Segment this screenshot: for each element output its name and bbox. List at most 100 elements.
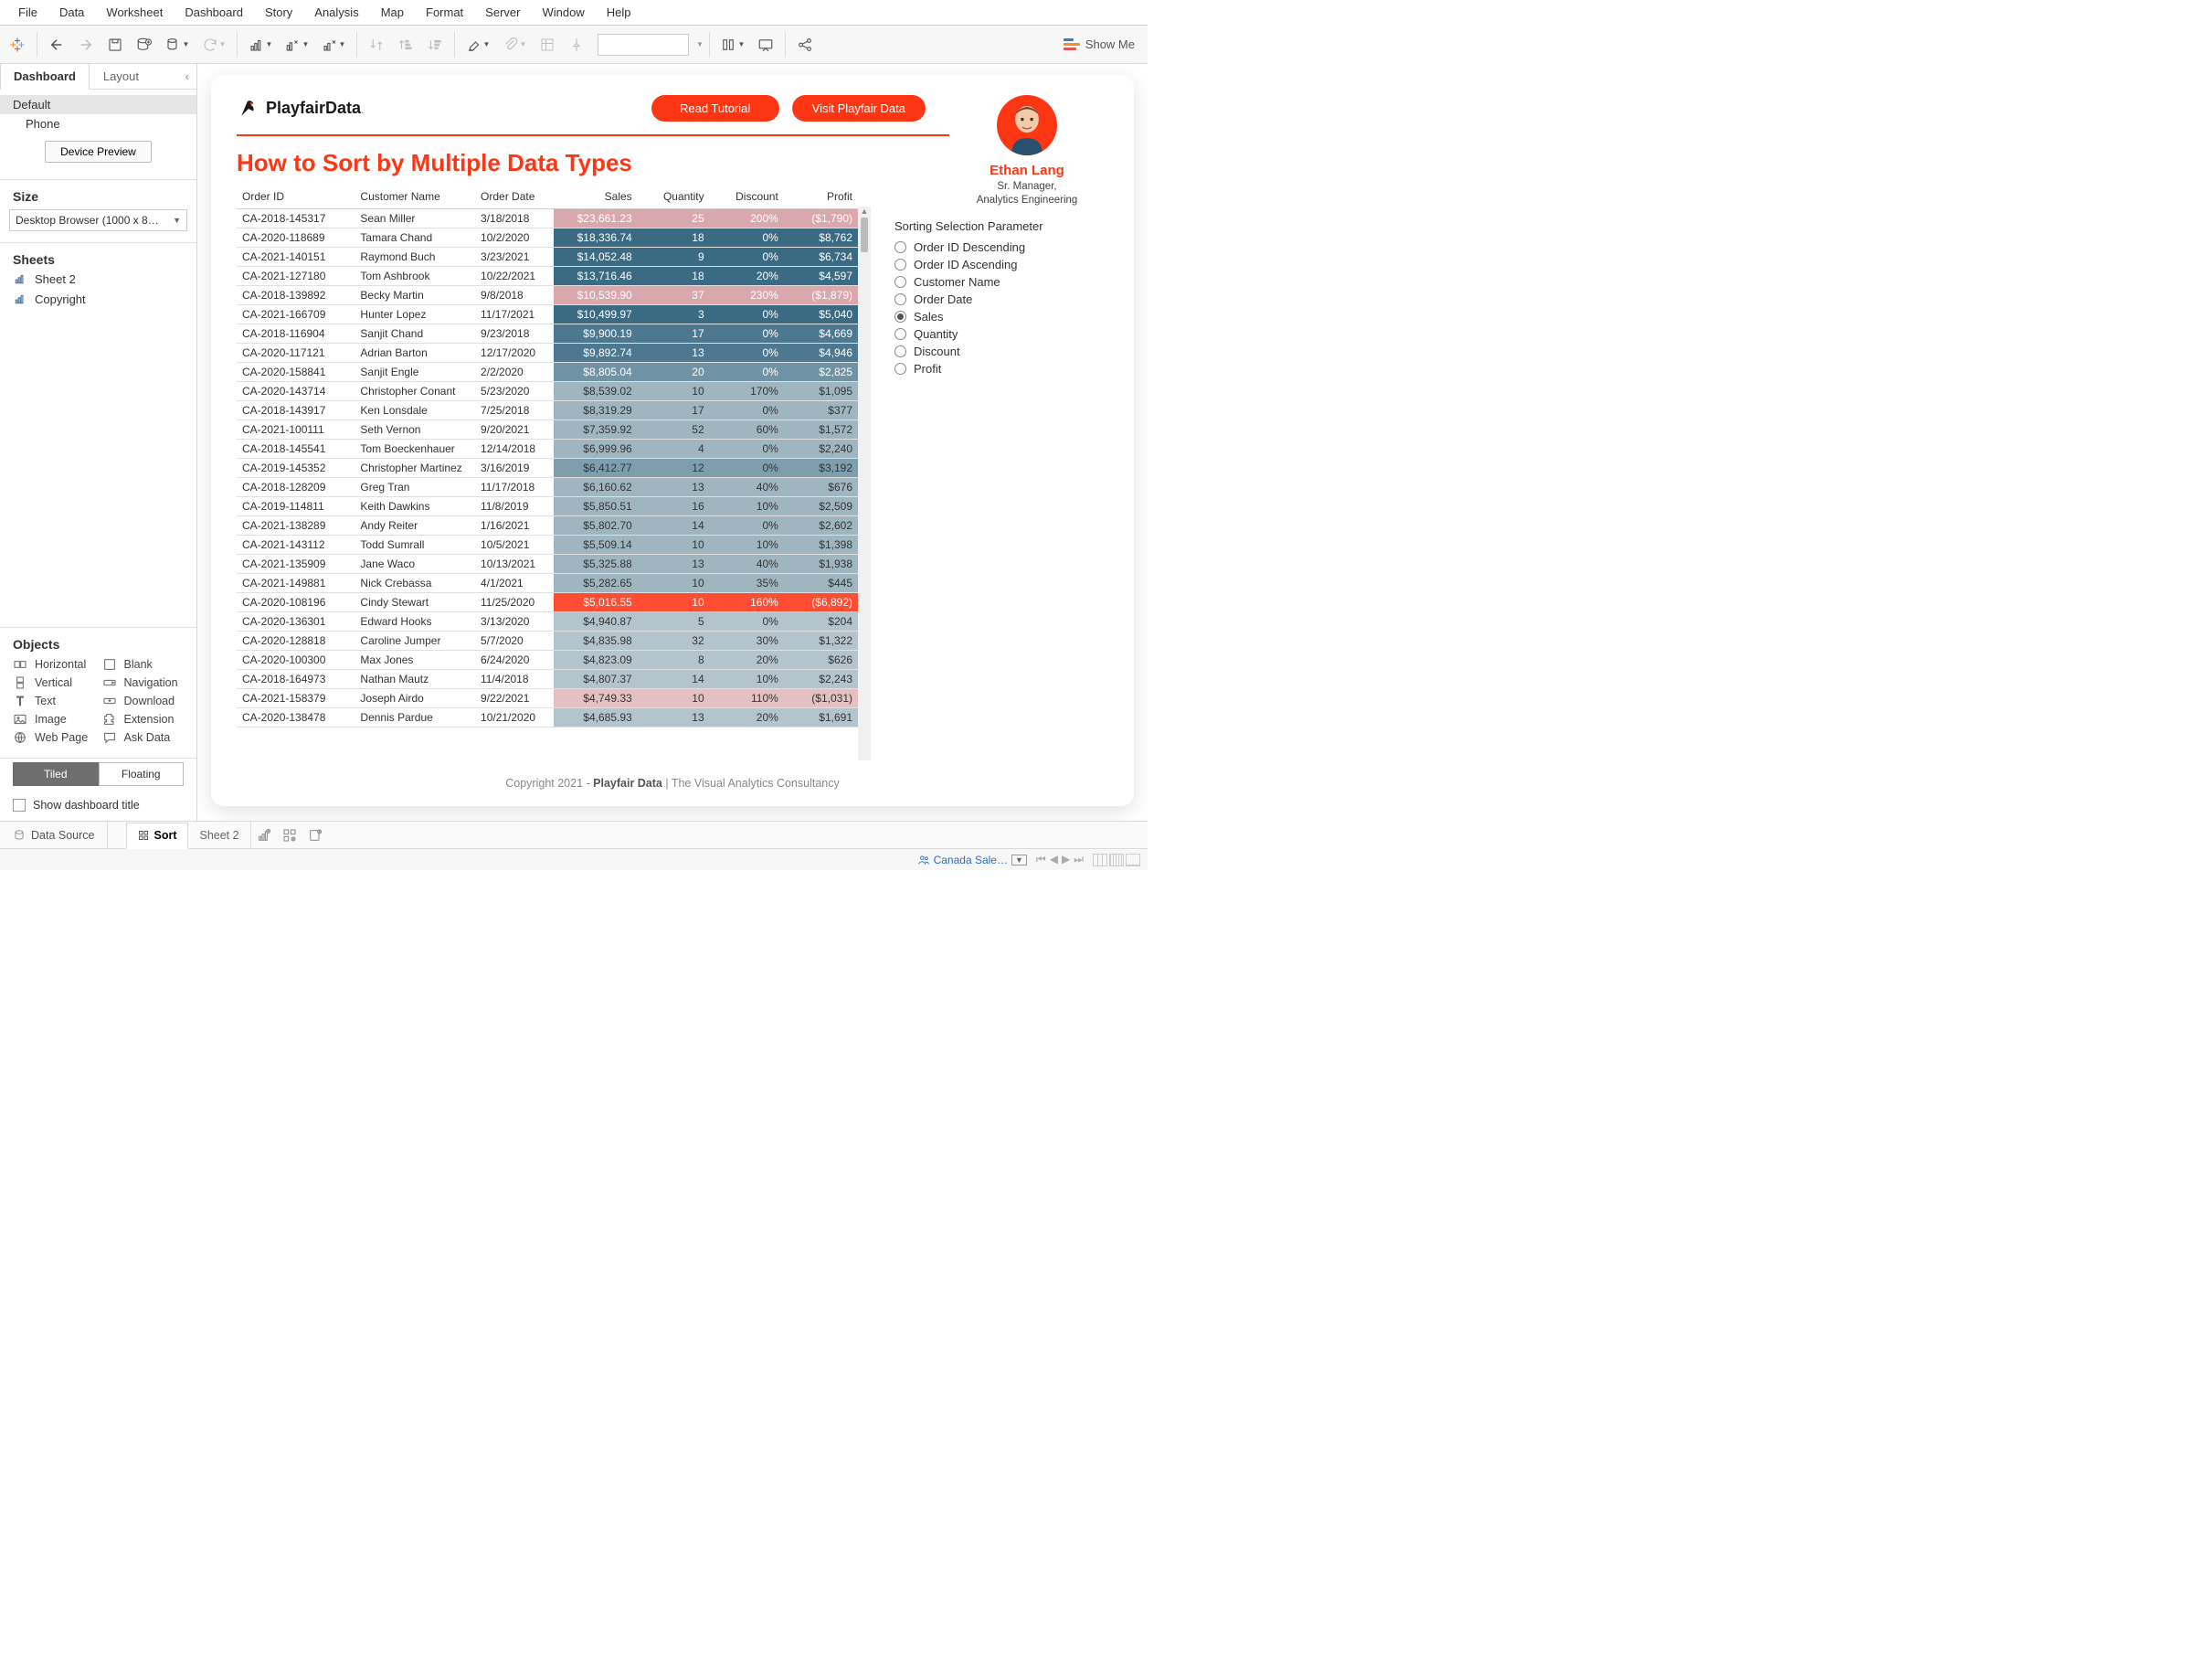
tab-sheet2[interactable]: Sheet 2 [188, 822, 250, 848]
presentation-icon[interactable] [752, 31, 779, 58]
first-icon[interactable]: ⏮ [1036, 853, 1046, 866]
menu-map[interactable]: Map [370, 2, 415, 23]
object-extension[interactable]: Extension [102, 712, 185, 727]
sort-desc-icon[interactable] [421, 31, 449, 58]
table-row[interactable]: CA-2020-138478Dennis Pardue10/21/2020$4,… [237, 708, 858, 727]
object-blank[interactable]: Blank [102, 657, 185, 672]
radio-sales[interactable]: Sales [894, 308, 1086, 325]
menu-data[interactable]: Data [48, 2, 95, 23]
swap-icon[interactable] [363, 31, 390, 58]
pin-icon[interactable] [563, 31, 590, 58]
table-row[interactable]: CA-2020-158841Sanjit Engle2/2/2020$8,805… [237, 363, 858, 382]
tab-sort[interactable]: Sort [126, 823, 188, 849]
radio-discount[interactable]: Discount [894, 343, 1086, 360]
col-profit[interactable]: Profit [784, 186, 858, 209]
table-row[interactable]: CA-2019-145352Christopher Martinez3/16/2… [237, 459, 858, 478]
object-text[interactable]: Text [13, 694, 95, 708]
table-row[interactable]: CA-2020-100300Max Jones6/24/2020$4,823.0… [237, 651, 858, 670]
table-row[interactable]: CA-2018-128209Greg Tran11/17/2018$6,160.… [237, 478, 858, 497]
refresh-datasource-icon[interactable]: ▼ [160, 31, 195, 58]
redo-icon[interactable] [72, 31, 100, 58]
data-source-tab[interactable]: Data Source [0, 822, 108, 848]
table-row[interactable]: CA-2018-145541Tom Boeckenhauer12/14/2018… [237, 440, 858, 459]
highlight-icon[interactable]: ▼ [460, 31, 495, 58]
view-list-icon[interactable] [1126, 854, 1140, 866]
table-row[interactable]: CA-2021-127180Tom Ashbrook10/22/2021$13,… [237, 267, 858, 286]
col-customer-name[interactable]: Customer Name [355, 186, 475, 209]
floating-button[interactable]: Floating [99, 762, 185, 786]
show-me-button[interactable]: Show Me [1054, 34, 1144, 55]
size-dropdown[interactable]: Desktop Browser (1000 x 8…▼ [9, 209, 187, 231]
radio-order-id-ascending[interactable]: Order ID Ascending [894, 256, 1086, 273]
table-row[interactable]: CA-2019-114811Keith Dawkins11/8/2019$5,8… [237, 497, 858, 516]
menu-file[interactable]: File [7, 2, 48, 23]
sidebar-tab-layout[interactable]: Layout [90, 63, 153, 90]
share-icon[interactable] [791, 31, 819, 58]
new-story-tab-icon[interactable] [302, 828, 328, 843]
menu-format[interactable]: Format [415, 2, 474, 23]
dropdown-icon[interactable]: ▼ [1011, 855, 1027, 866]
col-sales[interactable]: Sales [554, 186, 638, 209]
device-default[interactable]: Default [0, 95, 196, 114]
object-navigation[interactable]: Navigation [102, 675, 185, 690]
radio-profit[interactable]: Profit [894, 360, 1086, 377]
new-dashboard-tab-icon[interactable] [277, 828, 302, 843]
object-vertical[interactable]: Vertical [13, 675, 95, 690]
show-title-checkbox[interactable]: Show dashboard title [0, 795, 196, 821]
undo-icon[interactable] [43, 31, 70, 58]
col-quantity[interactable]: Quantity [638, 186, 710, 209]
table-row[interactable]: CA-2020-136301Edward Hooks3/13/2020$4,94… [237, 612, 858, 632]
radio-order-date[interactable]: Order Date [894, 291, 1086, 308]
object-web-page[interactable]: Web Page [13, 730, 95, 745]
sort-asc-icon[interactable] [392, 31, 419, 58]
visit-playfair-button[interactable]: Visit Playfair Data [792, 95, 926, 122]
object-ask-data[interactable]: Ask Data [102, 730, 185, 745]
attach-icon[interactable]: ▼ [497, 31, 532, 58]
last-icon[interactable]: ⏭ [1074, 853, 1084, 866]
table-row[interactable]: CA-2020-117121Adrian Barton12/17/2020$9,… [237, 344, 858, 363]
sheet-item-copyright[interactable]: Copyright [0, 289, 196, 309]
col-order-id[interactable]: Order ID [237, 186, 355, 209]
duplicate-icon[interactable]: ▼ [280, 31, 314, 58]
table-row[interactable]: CA-2021-143112Todd Sumrall10/5/2021$5,50… [237, 536, 858, 555]
next-icon[interactable]: ▶ [1062, 853, 1070, 866]
table-row[interactable]: CA-2018-143917Ken Lonsdale7/25/2018$8,31… [237, 401, 858, 420]
menu-worksheet[interactable]: Worksheet [95, 2, 174, 23]
table-row[interactable]: CA-2020-118689Tamara Chand10/2/2020$18,3… [237, 228, 858, 248]
table-row[interactable]: CA-2021-158379Joseph Airdo9/22/2021$4,74… [237, 689, 858, 708]
view-small-icon[interactable] [1109, 854, 1124, 866]
status-datasource[interactable]: Canada Sale… ▼ [917, 854, 1027, 866]
table-row[interactable]: CA-2021-135909Jane Waco10/13/2021$5,325.… [237, 555, 858, 574]
table-row[interactable]: CA-2021-166709Hunter Lopez11/17/2021$10,… [237, 305, 858, 324]
col-order-date[interactable]: Order Date [475, 186, 554, 209]
scrollbar[interactable]: ▲ [858, 207, 871, 760]
table-row[interactable]: CA-2020-143714Christopher Conant5/23/202… [237, 382, 858, 401]
table-row[interactable]: CA-2021-138289Andy Reiter1/16/2021$5,802… [237, 516, 858, 536]
menu-server[interactable]: Server [474, 2, 531, 23]
tiled-button[interactable]: Tiled [13, 762, 99, 786]
fit-icon[interactable]: ▼ [715, 31, 750, 58]
save-icon[interactable] [101, 31, 129, 58]
format-icon[interactable] [534, 31, 561, 58]
view-grid-icon[interactable] [1093, 854, 1107, 866]
table-row[interactable]: CA-2021-140151Raymond Buch3/23/2021$14,0… [237, 248, 858, 267]
table-row[interactable]: CA-2018-145317Sean Miller3/18/2018$23,66… [237, 209, 858, 228]
collapse-sidebar-icon[interactable]: ‹ [178, 66, 196, 87]
object-horizontal[interactable]: Horizontal [13, 657, 95, 672]
radio-customer-name[interactable]: Customer Name [894, 273, 1086, 291]
menu-window[interactable]: Window [531, 2, 595, 23]
new-datasource-icon[interactable] [131, 31, 158, 58]
table-row[interactable]: CA-2021-149881Nick Crebassa4/1/2021$5,28… [237, 574, 858, 593]
menu-story[interactable]: Story [254, 2, 303, 23]
object-image[interactable]: Image [13, 712, 95, 727]
auto-update-icon[interactable]: ▼ [196, 31, 231, 58]
table-row[interactable]: CA-2018-116904Sanjit Chand9/23/2018$9,90… [237, 324, 858, 344]
table-row[interactable]: CA-2018-139892Becky Martin9/8/2018$10,53… [237, 286, 858, 305]
tableau-logo-icon[interactable] [4, 31, 31, 58]
read-tutorial-button[interactable]: Read Tutorial [651, 95, 779, 122]
new-worksheet-tab-icon[interactable] [251, 828, 277, 843]
radio-quantity[interactable]: Quantity [894, 325, 1086, 343]
radio-order-id-descending[interactable]: Order ID Descending [894, 239, 1086, 256]
sidebar-tab-dashboard[interactable]: Dashboard [0, 63, 90, 90]
menu-help[interactable]: Help [596, 2, 642, 23]
